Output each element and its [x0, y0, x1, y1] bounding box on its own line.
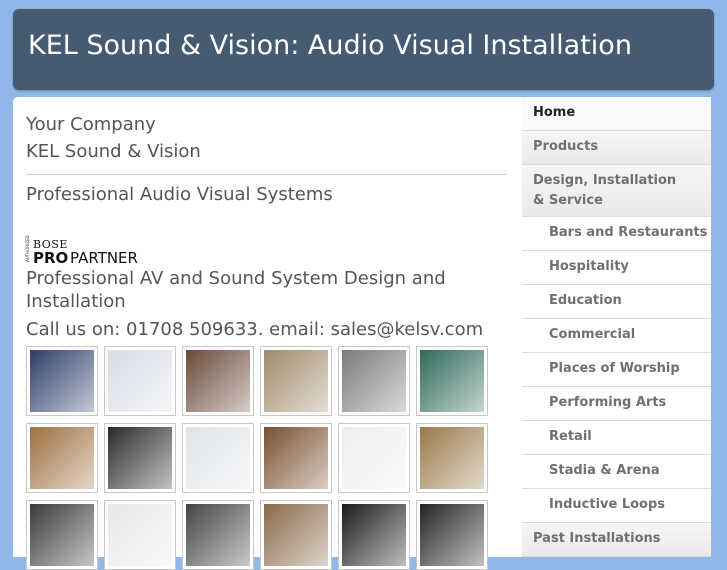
gallery-thumbnail[interactable] — [338, 500, 410, 570]
gallery-thumbnail[interactable] — [182, 346, 254, 416]
sidebar-item-past-installations[interactable]: Past Installations — [522, 523, 711, 557]
gallery-thumbnail[interactable] — [416, 423, 488, 493]
sidebar-item-label: Commercial — [549, 327, 636, 342]
gallery-thumbnail[interactable] — [104, 500, 176, 570]
company-name: KEL Sound & Vision — [26, 141, 201, 162]
gallery-thumbnail[interactable] — [260, 346, 332, 416]
amplifier-photo — [30, 504, 94, 566]
column-array-photo — [420, 504, 484, 566]
sidebar-item-label: Retail — [549, 429, 592, 444]
volume-controller-photo — [186, 427, 250, 489]
sidebar-item-label: Inductive Loops — [549, 497, 666, 512]
bar-interior-photo — [30, 350, 94, 412]
company-block: Your Company KEL Sound & Vision — [26, 111, 201, 165]
sidebar-item-commercial[interactable]: Commercial — [522, 319, 711, 353]
sidebar-item-inductive-loops[interactable]: Inductive Loops — [522, 489, 711, 523]
sidebar-nav: Home Products Design, Installation & Servi… — [521, 97, 711, 557]
gallery-thumbnail[interactable] — [26, 500, 98, 570]
gallery-thumbnail[interactable] — [338, 423, 410, 493]
sidebar-item-products[interactable]: Products — [522, 131, 711, 165]
lounge-photo — [420, 427, 484, 489]
divider — [26, 174, 507, 175]
sidebar-item-design-installation-service[interactable]: Design, Installation & Service — [522, 165, 711, 217]
gallery-thumbnail[interactable] — [182, 500, 254, 570]
cathedral-photo — [264, 504, 328, 566]
logo-partner: PARTNER — [70, 249, 138, 267]
sidebar-item-stadia-arena[interactable]: Stadia & Arena — [522, 455, 711, 489]
wall-plate-photo — [342, 427, 406, 489]
event-hall-photo — [264, 427, 328, 489]
loudspeaker-grille-photo — [108, 504, 172, 566]
sidebar-item-label: Education — [549, 293, 622, 308]
gallery-thumbnail[interactable] — [26, 346, 98, 416]
sidebar-item-label: Hospitality — [549, 259, 629, 274]
gallery-thumbnail[interactable] — [104, 346, 176, 416]
sidebar-item-label: Home — [533, 105, 576, 120]
tagline: Professional Audio Visual Systems — [26, 184, 333, 205]
sidebar-item-label: Products — [533, 139, 599, 154]
sidebar-item-places-of-worship[interactable]: Places of Worship — [522, 353, 711, 387]
sidebar-item-performing-arts[interactable]: Performing Arts — [522, 387, 711, 421]
sidebar-item-hospitality[interactable]: Hospitality — [522, 251, 711, 285]
gallery-thumbnail[interactable] — [26, 423, 98, 493]
company-heading: Your Company — [26, 114, 156, 135]
main-content: Your Company KEL Sound & Vision Professi… — [13, 97, 521, 570]
bose-pro-partner-logo: AUTHORIZED BOSE PRO PARTNER — [25, 235, 138, 267]
rack-room-photo — [342, 350, 406, 412]
sidebar-item-label: Places of Worship — [549, 361, 680, 376]
gallery-thumbnail[interactable] — [260, 500, 332, 570]
auditorium-photo — [420, 350, 484, 412]
sidebar-item-label: Bars and Restaurants — [549, 225, 708, 240]
speaker-photo — [108, 427, 172, 489]
logo-pro: PRO — [33, 249, 69, 267]
site-header: KEL Sound & Vision: Audio Visual Install… — [13, 9, 714, 90]
sidebar-item-bars-and-restaurants[interactable]: Bars and Restaurants — [522, 217, 711, 251]
site-title[interactable]: KEL Sound & Vision: Audio Visual Install… — [28, 30, 632, 61]
gallery-thumbnail[interactable] — [104, 423, 176, 493]
gallery-thumbnail[interactable] — [260, 423, 332, 493]
sidebar-item-label: Design, Installation & Service — [533, 173, 677, 208]
church-interior-photo — [30, 427, 94, 489]
gallery-thumbnail[interactable] — [416, 346, 488, 416]
sidebar-item-label: Performing Arts — [549, 395, 667, 410]
contact-line[interactable]: Call us on: 01708 509633. email: sales@k… — [26, 319, 483, 340]
column-speaker-photo — [264, 350, 328, 412]
restaurant-photo — [186, 350, 250, 412]
gallery-thumbnail[interactable] — [182, 423, 254, 493]
sidebar-item-retail[interactable]: Retail — [522, 421, 711, 455]
wall-control-panel-photo — [108, 350, 172, 412]
rack-unit-photo — [186, 504, 250, 566]
sidebar-item-label: Stadia & Arena — [549, 463, 660, 478]
sidebar-item-education[interactable]: Education — [522, 285, 711, 319]
sidebar-item-label: Past Installations — [533, 531, 661, 546]
description: Professional AV and Sound System Design … — [26, 268, 446, 312]
gallery-thumbnail[interactable] — [416, 500, 488, 570]
sidebar-item-home[interactable]: Home — [522, 97, 711, 131]
gallery-thumbnail[interactable] — [338, 346, 410, 416]
line-array-photo — [342, 504, 406, 566]
logo-small-text: AUTHORIZED — [25, 235, 30, 262]
